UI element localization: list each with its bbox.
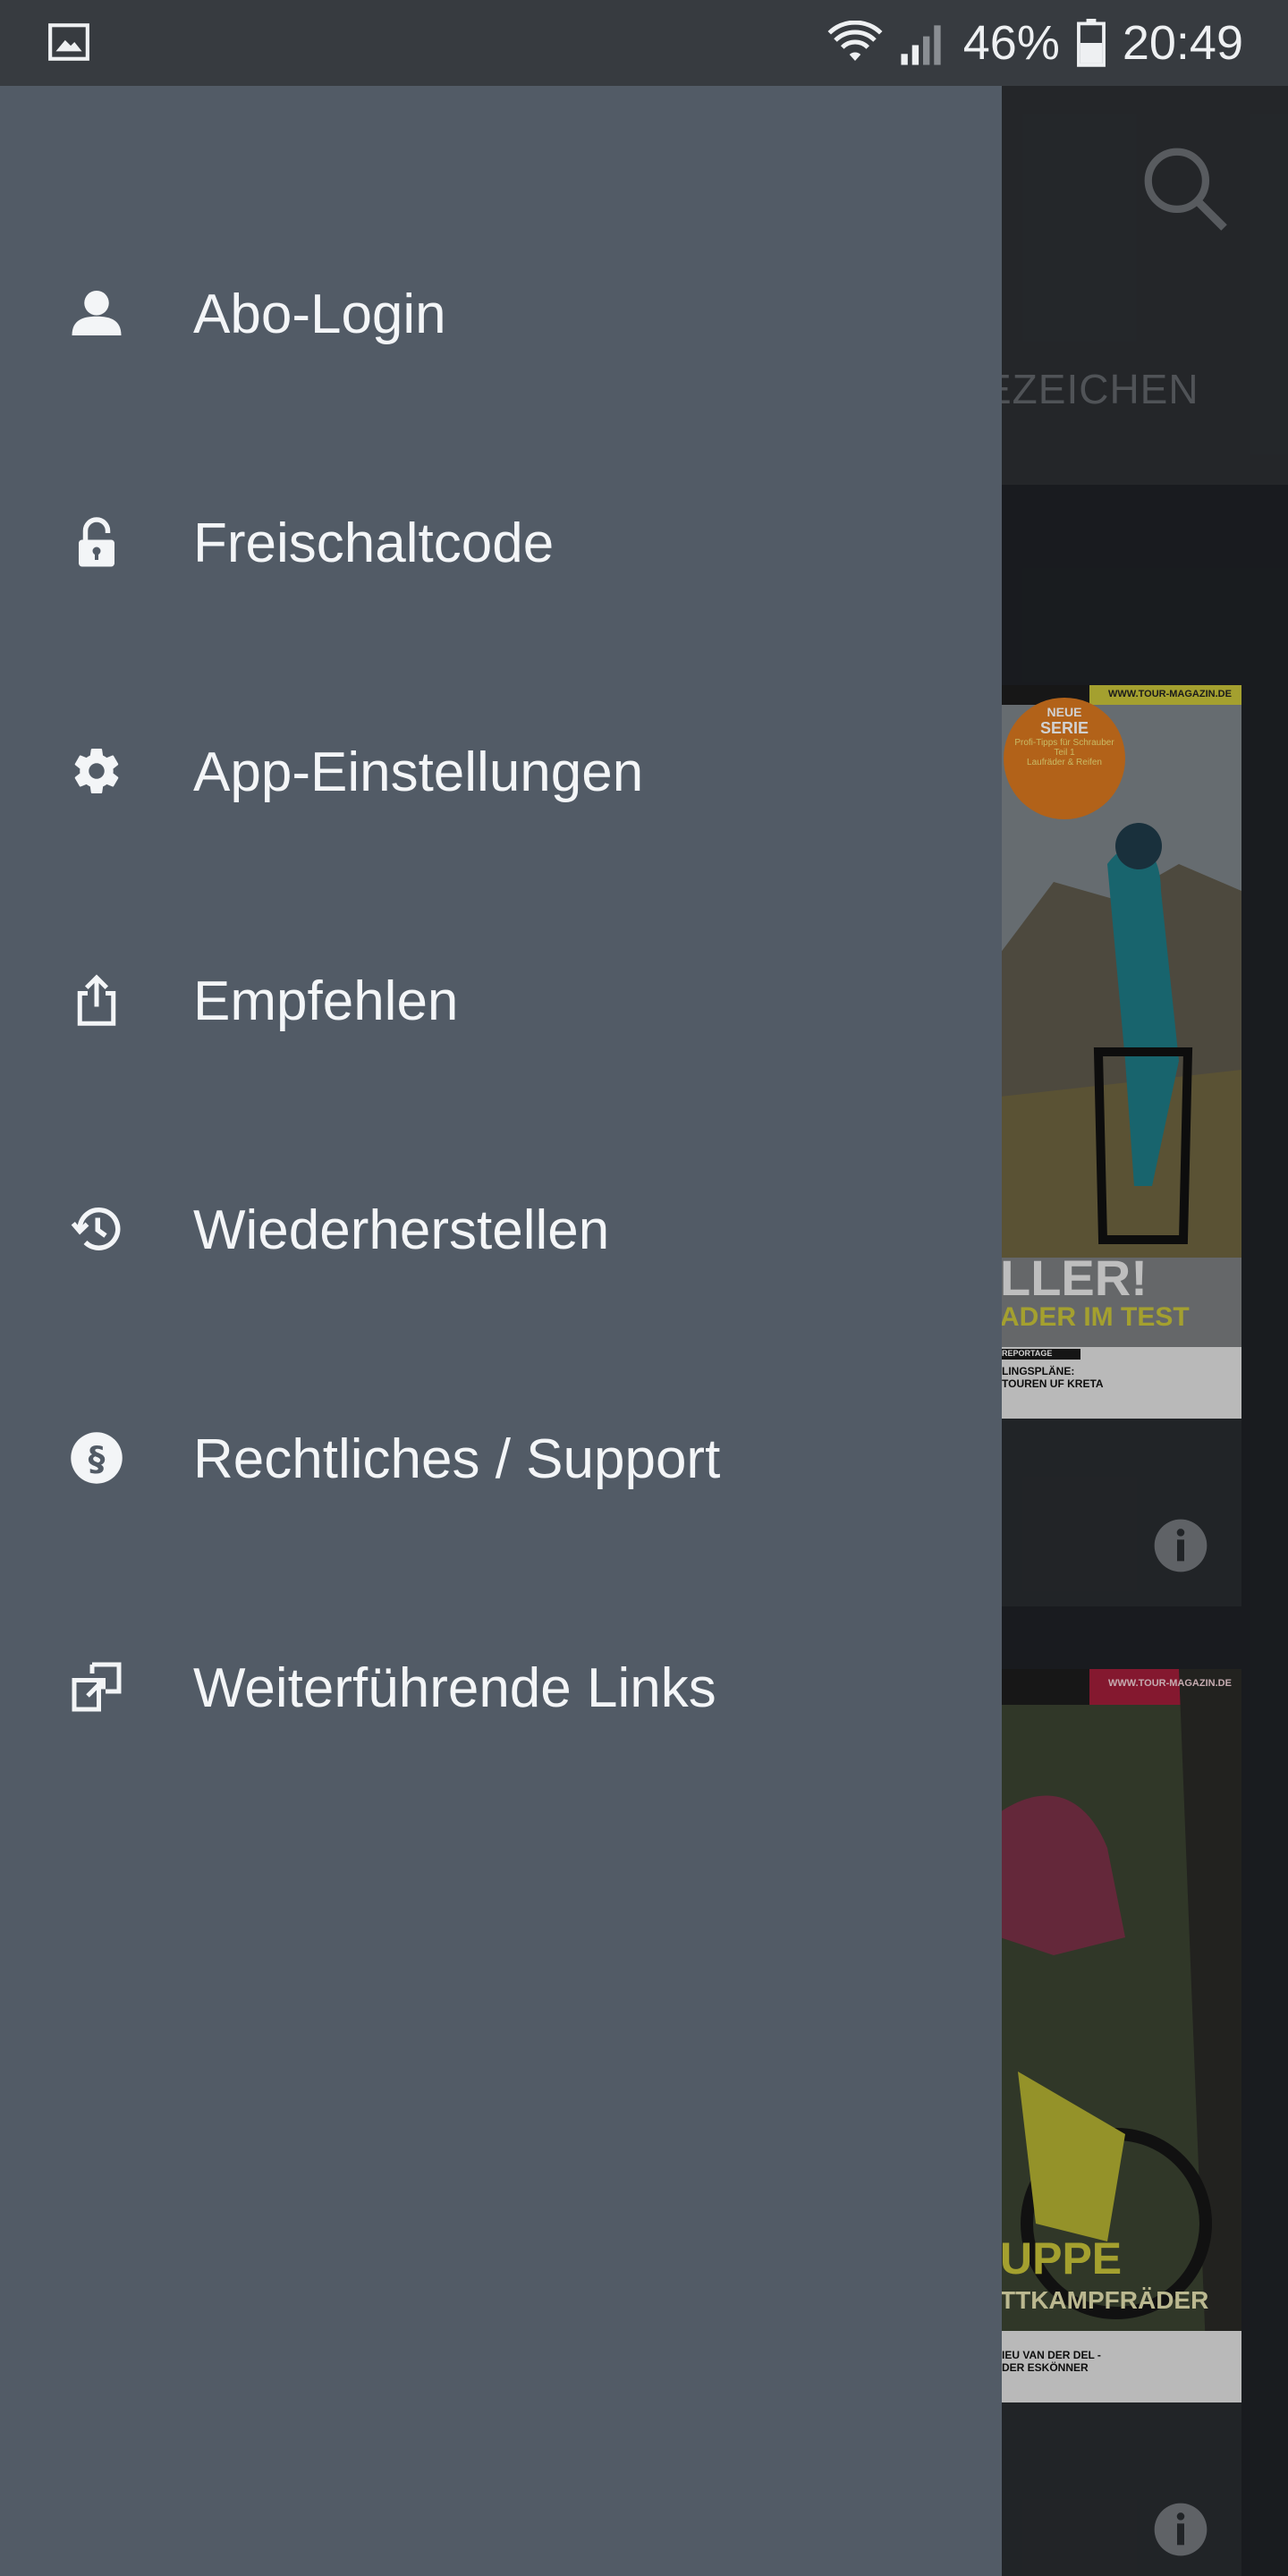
menu-label: Abo-Login — [193, 284, 446, 345]
menu-item-rechtliches-support[interactable]: § Rechtliches / Support — [0, 1342, 1002, 1571]
menu-label: Rechtliches / Support — [193, 1428, 721, 1490]
menu-item-abo-login[interactable]: Abo-Login — [0, 197, 1002, 426]
menu-label: Empfehlen — [193, 970, 459, 1032]
status-bar: 46% 20:49 — [0, 0, 1288, 86]
menu-label: App-Einstellungen — [193, 741, 644, 803]
clock: 20:49 — [1122, 16, 1243, 70]
signal-icon — [901, 25, 941, 65]
history-icon — [68, 1200, 125, 1258]
menu-item-app-einstellungen[interactable]: App-Einstellungen — [0, 655, 1002, 884]
share-icon — [68, 971, 125, 1029]
navigation-drawer: Abo-Login Freischaltcode App-Einstellung… — [0, 86, 1002, 2576]
menu-label: Weiterführende Links — [193, 1657, 716, 1719]
menu-item-empfehlen[interactable]: Empfehlen — [0, 884, 1002, 1113]
menu-label: Freischaltcode — [193, 513, 555, 574]
menu-item-weiterfuehrende-links[interactable]: Weiterführende Links — [0, 1571, 1002, 1800]
drawer-menu: Abo-Login Freischaltcode App-Einstellung… — [0, 197, 1002, 1800]
unlock-icon — [68, 513, 125, 571]
battery-percent: 46% — [962, 16, 1060, 70]
person-icon — [68, 284, 125, 342]
svg-text:§: § — [89, 1439, 106, 1479]
wifi-icon — [827, 21, 883, 61]
paragraph-icon: § — [68, 1429, 125, 1487]
gallery-icon — [48, 23, 89, 61]
menu-label: Wiederherstellen — [193, 1199, 610, 1261]
menu-item-wiederherstellen[interactable]: Wiederherstellen — [0, 1113, 1002, 1342]
external-links-icon — [68, 1658, 125, 1716]
battery-icon — [1076, 19, 1106, 67]
menu-item-freischaltcode[interactable]: Freischaltcode — [0, 426, 1002, 655]
gear-icon — [68, 742, 125, 800]
